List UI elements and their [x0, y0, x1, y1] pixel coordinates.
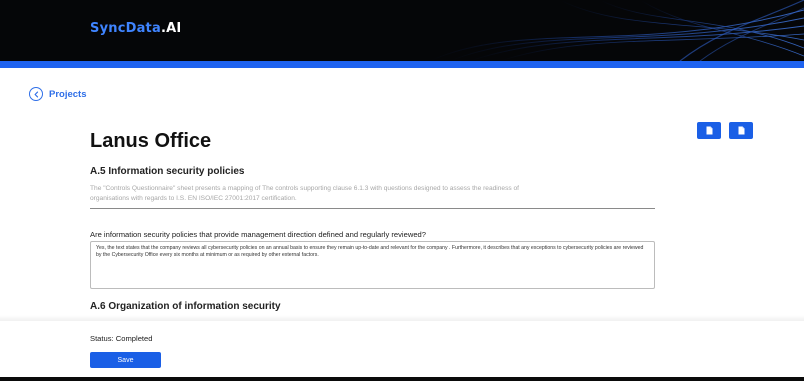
app-header: SyncData.AI [0, 0, 804, 61]
document-icon [706, 126, 712, 135]
document-icon [738, 126, 744, 135]
back-to-projects-link[interactable]: Projects [29, 87, 87, 101]
description-line-1: The "Controls Questionnaire" sheet prese… [90, 185, 520, 192]
brand-logo[interactable]: SyncData.AI [90, 21, 181, 36]
section-description: The "Controls Questionnaire" sheet prese… [90, 184, 650, 203]
section-title-a5: A.5 Information security policies [90, 166, 245, 177]
status-text: Status: Completed [90, 334, 153, 343]
chevron-left-icon [29, 87, 43, 101]
brand-name: SyncData [90, 21, 161, 36]
export-document-button[interactable] [697, 122, 721, 139]
brand-suffix: .AI [160, 21, 182, 36]
footer-panel [0, 321, 804, 377]
question-text: Are information security policies that p… [90, 230, 426, 239]
header-accent-bar [0, 61, 804, 68]
section-title-a6: A.6 Organization of information security [90, 301, 281, 312]
download-document-button[interactable] [729, 122, 753, 139]
divider [90, 208, 655, 209]
bottom-edge [0, 377, 804, 381]
back-link-label: Projects [49, 88, 87, 100]
page-title: Lanus Office [90, 130, 212, 152]
description-line-2: organisations with regards to I.S. EN IS… [90, 194, 297, 202]
save-button[interactable]: Save [90, 352, 161, 368]
answer-textarea[interactable]: Yes, the text states that the company re… [90, 241, 655, 289]
